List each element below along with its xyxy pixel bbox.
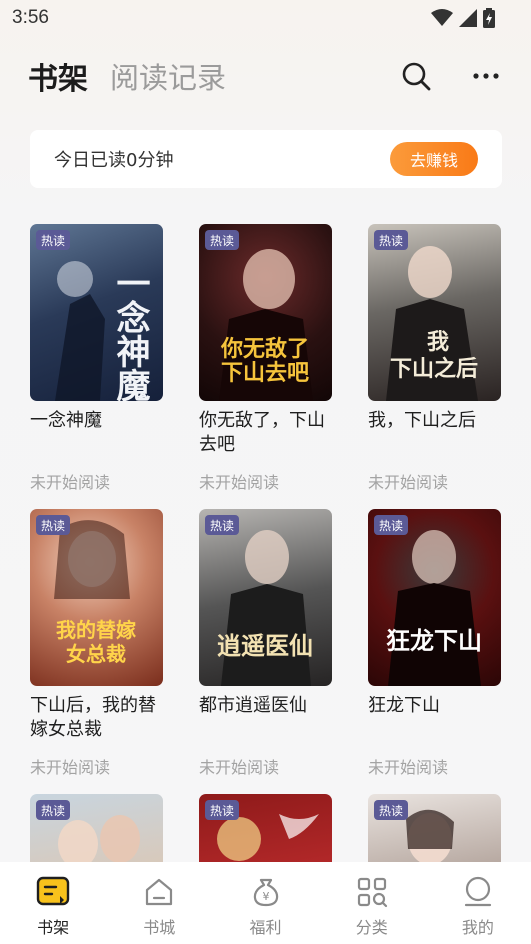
more-icon: [473, 73, 499, 79]
svg-text:女总裁: 女总裁: [66, 642, 126, 666]
book-cover-art: 一念神魔: [55, 261, 150, 401]
hot-badge: 热读: [374, 515, 408, 535]
nav-store[interactable]: 书城: [106, 862, 212, 944]
book-cover-art: 狂龙下山: [386, 530, 482, 686]
status-icons: [431, 8, 495, 28]
cover-title: 一念神魔: [110, 266, 150, 401]
header: 书架 阅读记录: [0, 52, 531, 100]
book-item[interactable]: 我的替嫁 女总裁 热读 下山后，我的替嫁女总裁 未开始阅读: [30, 509, 164, 778]
category-icon: [357, 877, 387, 908]
reading-time-card: 今日已读0分钟 去赚钱: [30, 130, 502, 188]
book-title: 一念神魔: [30, 410, 102, 431]
hot-badge: 热读: [205, 515, 239, 535]
book-title: 都市逍遥医仙: [199, 695, 307, 716]
cover-title: 逍遥医仙: [217, 632, 313, 660]
tab-bookshelf[interactable]: 书架: [28, 54, 88, 98]
money-bag-icon: ¥: [253, 878, 278, 907]
book-cover-art: 我 下山之后: [386, 246, 478, 401]
search-icon: [402, 62, 431, 91]
nav-label: 我的: [461, 918, 494, 937]
svg-text:我的替嫁: 我的替嫁: [56, 618, 136, 642]
svg-text:下山去吧: 下山去吧: [221, 361, 309, 386]
book-cover-art: 我的替嫁 女总裁: [54, 520, 136, 666]
hot-badge: 热读: [36, 515, 70, 535]
book-status: 未开始阅读: [368, 473, 449, 492]
header-actions: [399, 59, 503, 93]
status-bar: 3:56: [0, 0, 531, 36]
hot-badge: 热读: [205, 800, 239, 820]
book-status: 未开始阅读: [368, 758, 449, 777]
hot-badge: 热读: [205, 230, 239, 250]
hot-badge: 热读: [36, 230, 70, 250]
book-item[interactable]: 你无敌了 下山去吧 热读 你无敌了，下山去吧 未开始阅读: [199, 224, 333, 493]
more-button[interactable]: [469, 59, 503, 93]
svg-text:你无敌了: 你无敌了: [220, 336, 309, 362]
nav-label: 书城: [143, 918, 176, 937]
status-time: 3:56: [12, 7, 49, 28]
search-button[interactable]: [399, 59, 433, 93]
nav-category[interactable]: 分类: [319, 862, 425, 944]
book-cover[interactable]: 你无敌了 下山去吧 热读: [199, 224, 332, 401]
profile-icon: [464, 876, 492, 907]
book-item[interactable]: 一念神魔 热读 一念神魔 未开始阅读: [30, 224, 164, 493]
book-cover[interactable]: 我的替嫁 女总裁 热读: [30, 509, 163, 686]
book-title: 你无敌了，下山去吧: [199, 410, 325, 455]
book-cover[interactable]: 逍遥医仙 热读: [199, 509, 332, 686]
book-status: 未开始阅读: [199, 473, 280, 492]
book-title: 我，下山之后: [368, 410, 476, 431]
bottom-nav: 书架 书城 ¥ 福利 分类 我的: [0, 862, 531, 944]
book-status: 未开始阅读: [30, 473, 111, 492]
book-title: 下山后，我的替嫁女总裁: [30, 695, 156, 740]
nav-bookshelf[interactable]: 书架: [0, 862, 106, 944]
reading-time-text: 今日已读0分钟: [54, 150, 174, 171]
hot-badge: 热读: [36, 800, 70, 820]
book-status: 未开始阅读: [199, 758, 280, 777]
hot-badge: 热读: [374, 800, 408, 820]
book-title: 狂龙下山: [368, 695, 440, 716]
book-cover[interactable]: 狂龙下山 热读: [368, 509, 501, 686]
nav-label: 分类: [355, 918, 388, 937]
nav-welfare[interactable]: ¥ 福利: [212, 862, 318, 944]
book-item[interactable]: 我 下山之后 热读 我，下山之后 未开始阅读: [368, 224, 502, 493]
book-cover[interactable]: 我 下山之后 热读: [368, 224, 501, 401]
hot-badge: 热读: [374, 230, 408, 250]
book-status: 未开始阅读: [30, 758, 111, 777]
book-cover-art: 逍遥医仙: [217, 530, 313, 686]
nav-label: 福利: [249, 918, 282, 937]
book-cover[interactable]: 一念神魔 热读: [30, 224, 163, 401]
earn-money-button[interactable]: 去赚钱: [390, 142, 478, 176]
svg-text:我: 我: [427, 330, 449, 355]
book-cover-art: 你无敌了 下山去吧: [219, 249, 313, 401]
svg-text:下山之后: 下山之后: [390, 356, 478, 382]
wifi-icon: [431, 9, 453, 26]
book-item[interactable]: 狂龙下山 热读 狂龙下山 未开始阅读: [368, 509, 502, 778]
svg-text:¥: ¥: [262, 890, 269, 903]
nav-profile[interactable]: 我的: [425, 862, 531, 944]
battery-icon: [483, 8, 495, 28]
bookshelf-icon: [36, 876, 70, 906]
cover-title: 狂龙下山: [386, 627, 482, 655]
store-icon: [146, 878, 173, 906]
book-item[interactable]: 逍遥医仙 热读 都市逍遥医仙 未开始阅读: [199, 509, 333, 778]
nav-label: 书架: [37, 918, 70, 937]
tab-reading-history[interactable]: 阅读记录: [110, 55, 226, 97]
signal-icon: [459, 9, 477, 27]
